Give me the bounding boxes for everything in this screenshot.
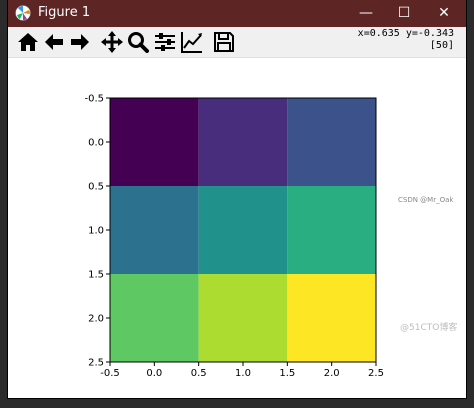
- x-tick-label: -0.5: [100, 368, 120, 379]
- heatmap-cell-2-0: [110, 274, 199, 362]
- y-tick-label: 0.0: [88, 138, 104, 149]
- save-icon[interactable]: [212, 30, 236, 54]
- navigation-toolbar: x=0.635 y=-0.343 [50]: [8, 27, 466, 58]
- x-tick-label: 2.5: [368, 368, 384, 379]
- close-button[interactable]: ✕: [426, 0, 462, 27]
- pan-icon[interactable]: [100, 30, 124, 54]
- x-tick-label: 2.0: [324, 368, 340, 379]
- back-arrow-icon[interactable]: [42, 30, 66, 54]
- watermark-csdn: CSDN @Mr_Oak: [398, 196, 454, 204]
- maximize-button[interactable]: ☐: [386, 0, 422, 27]
- heatmap-cell-1-0: [110, 186, 199, 274]
- cursor-readout: x=0.635 y=-0.343 [50]: [358, 28, 454, 52]
- window-title: Figure 1: [38, 5, 91, 20]
- heatmap-cell-1-1: [198, 186, 288, 274]
- configure-subplots-icon[interactable]: [153, 30, 177, 54]
- forward-arrow-icon[interactable]: [68, 30, 92, 54]
- title-bar[interactable]: Figure 1 — ☐ ✕: [8, 0, 466, 27]
- watermark-bottom: @51CTO博客: [400, 323, 458, 333]
- heatmap-cell-0-0: [110, 98, 199, 186]
- figure-window: Figure 1 — ☐ ✕ x=0.635 y=-0.343 [50] -0.…: [8, 0, 466, 398]
- y-tick-label: 2.5: [88, 358, 104, 369]
- heatmap-cell-2-1: [198, 274, 288, 362]
- heatmap-cell-2-2: [287, 274, 376, 362]
- x-tick-label: 0.0: [146, 368, 162, 379]
- y-tick-label: 1.0: [88, 226, 104, 237]
- y-tick-label: 2.0: [88, 314, 104, 325]
- heatmap-cell-0-1: [198, 98, 288, 186]
- minimize-button[interactable]: —: [348, 0, 384, 27]
- edit-axis-icon[interactable]: [180, 30, 204, 54]
- heatmap-cell-1-2: [287, 186, 376, 274]
- matplotlib-logo-icon: [15, 5, 31, 21]
- coord-readout: x=0.635 y=-0.343: [357, 28, 454, 39]
- value-readout: [50]: [429, 40, 454, 51]
- y-tick-label: -0.5: [84, 94, 104, 105]
- heatmap-plot[interactable]: -0.5 0.0 0.5 1.0 1.5 2.0 2.5-0.50.00.51.01.52.…: [8, 58, 466, 398]
- zoom-icon[interactable]: [126, 30, 150, 54]
- heatmap-cell-0-2: [287, 98, 376, 186]
- figure-canvas[interactable]: -0.5 0.0 0.5 1.0 1.5 2.0 2.5 -0.5 0.0 0.5 1.0 1.5 2.…: [8, 58, 466, 398]
- x-tick-label: 1.5: [279, 368, 295, 379]
- y-tick-label: 0.5: [88, 182, 104, 193]
- y-tick-label: 1.5: [88, 270, 104, 281]
- x-tick-label: 1.0: [235, 368, 251, 379]
- home-icon[interactable]: [16, 30, 40, 54]
- x-tick-label: 0.5: [191, 368, 207, 379]
